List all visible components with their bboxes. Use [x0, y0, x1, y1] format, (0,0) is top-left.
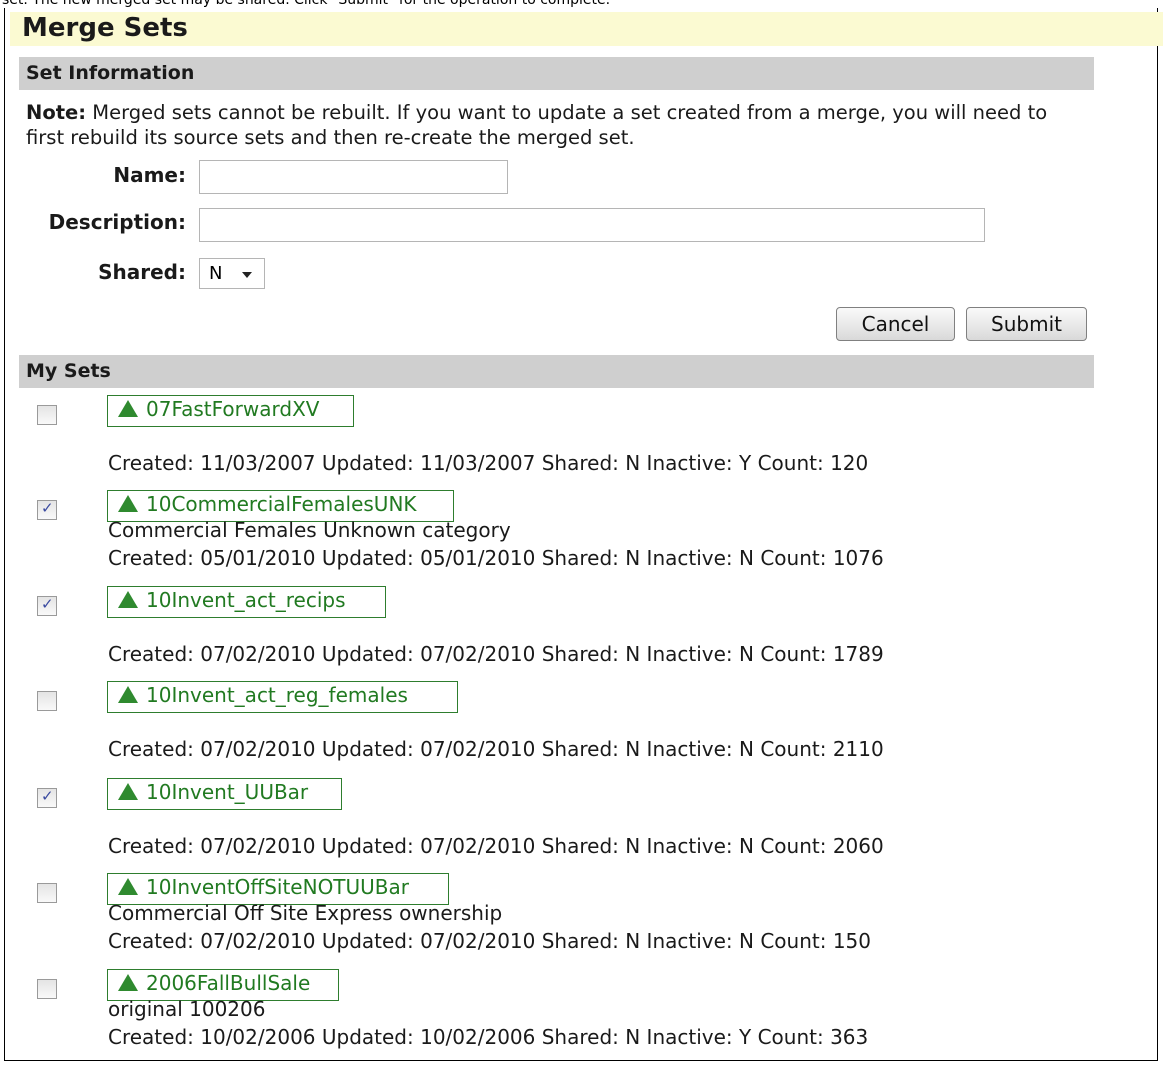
description-label: Description: — [48, 210, 186, 234]
set-tag[interactable]: 10Invent_act_recips — [107, 586, 386, 618]
note-text: Merged sets cannot be rebuilt. If you wa… — [26, 101, 1048, 149]
set-information-header: Set Information — [19, 57, 1094, 90]
top-instruction-strip: set. The new merged set may be shared. C… — [0, 0, 1163, 8]
name-label: Name: — [113, 163, 186, 187]
set-tag[interactable]: 10Invent_act_reg_females — [107, 681, 458, 713]
shared-label: Shared: — [98, 260, 186, 284]
set-name: 2006FallBullSale — [146, 971, 311, 995]
set-meta: Created: 07/02/2010 Updated: 07/02/2010 … — [108, 642, 884, 666]
page-title: Merge Sets — [22, 13, 188, 43]
triangle-icon — [118, 400, 138, 417]
set-meta: Created: 05/01/2010 Updated: 05/01/2010 … — [108, 546, 884, 570]
set-meta: Created: 07/02/2010 Updated: 07/02/2010 … — [108, 737, 884, 761]
triangle-icon — [118, 974, 138, 991]
shared-select[interactable]: N — [199, 258, 265, 289]
set-tag[interactable]: 10Invent_UUBar — [107, 778, 342, 810]
set-name: 10Invent_UUBar — [146, 780, 309, 804]
my-sets-title: My Sets — [26, 360, 111, 382]
checkmark-icon: ✓ — [41, 787, 54, 805]
set-name: 10CommercialFemalesUNK — [146, 492, 417, 516]
set-meta: Created: 11/03/2007 Updated: 11/03/2007 … — [108, 451, 869, 475]
set-checkbox[interactable]: ✓ — [37, 595, 57, 616]
set-checkbox[interactable]: ✓ — [37, 787, 57, 808]
triangle-icon — [118, 783, 138, 800]
shared-select-value: N — [209, 263, 223, 284]
set-information-title: Set Information — [26, 62, 195, 84]
set-name: 07FastForwardXV — [146, 397, 320, 421]
set-checkbox[interactable] — [37, 979, 57, 999]
title-bar: Merge Sets — [10, 12, 1163, 46]
set-checkbox[interactable]: ✓ — [37, 499, 57, 520]
my-sets-header: My Sets — [19, 355, 1094, 388]
triangle-icon — [118, 495, 138, 512]
chevron-down-icon — [242, 272, 252, 278]
note-label: Note: — [26, 101, 87, 124]
set-description: Commercial Off Site Express ownership — [108, 901, 503, 925]
set-name: 10Invent_act_recips — [146, 588, 346, 612]
set-checkbox[interactable] — [37, 883, 57, 903]
set-name: 10Invent_act_reg_females — [146, 683, 408, 707]
set-meta: Created: 07/02/2010 Updated: 07/02/2010 … — [108, 834, 884, 858]
triangle-icon — [118, 591, 138, 608]
set-tag[interactable]: 07FastForwardXV — [107, 395, 354, 427]
set-description: original 100206 — [108, 997, 266, 1021]
set-name: 10InventOffSiteNOTUUBar — [146, 875, 409, 899]
merge-note: Note: Merged sets cannot be rebuilt. If … — [26, 100, 1086, 150]
triangle-icon — [118, 878, 138, 895]
set-description: Commercial Females Unknown category — [108, 518, 511, 542]
cancel-button[interactable]: Cancel — [836, 307, 955, 341]
set-meta: Created: 10/02/2006 Updated: 10/02/2006 … — [108, 1025, 869, 1049]
description-input[interactable] — [199, 208, 985, 242]
submit-button[interactable]: Submit — [966, 307, 1087, 341]
checkmark-icon: ✓ — [41, 499, 54, 517]
set-checkbox[interactable] — [37, 691, 57, 711]
triangle-icon — [118, 686, 138, 703]
name-input[interactable] — [199, 160, 508, 194]
checkmark-icon: ✓ — [41, 595, 54, 613]
set-meta: Created: 07/02/2010 Updated: 07/02/2010 … — [108, 929, 871, 953]
top-instruction-text: set. The new merged set may be shared. C… — [2, 0, 611, 8]
set-checkbox[interactable] — [37, 405, 57, 425]
